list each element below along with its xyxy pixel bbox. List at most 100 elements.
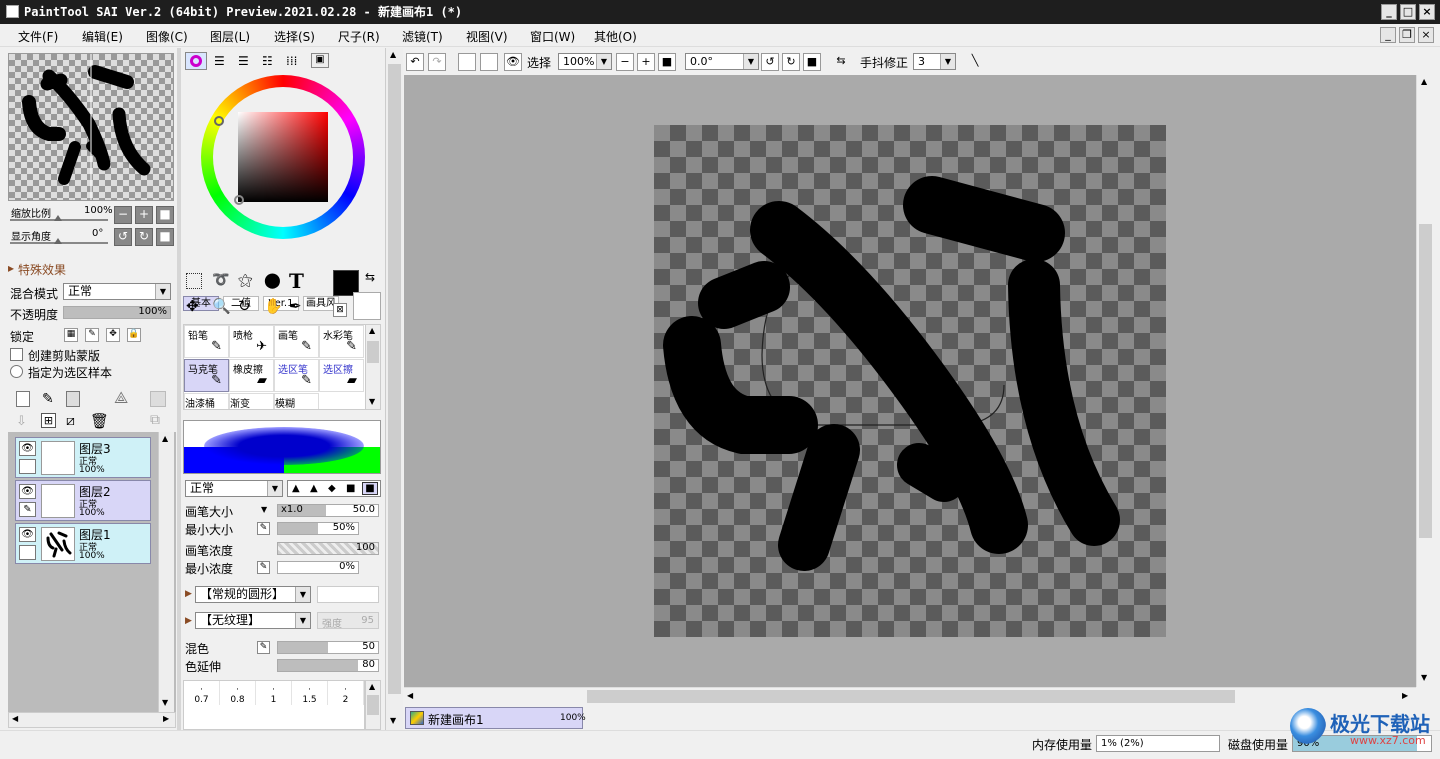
- merge-down-icon[interactable]: ⊞: [41, 413, 56, 428]
- text-tool-icon[interactable]: T: [289, 269, 304, 293]
- select-visibility-eye-icon[interactable]: 👁: [504, 53, 522, 71]
- layer-list-scrollbar[interactable]: ▲ ▼: [158, 432, 174, 712]
- new-layer-icon[interactable]: [16, 391, 30, 407]
- delete-layer-icon[interactable]: 🗑: [90, 412, 109, 430]
- swatch-mode-icon[interactable]: ⁞⁞⁞: [286, 54, 297, 68]
- angle-slider[interactable]: [10, 238, 108, 244]
- close-button[interactable]: ×: [1419, 4, 1435, 20]
- invert-select-button[interactable]: [480, 53, 498, 71]
- zoom-reset-button[interactable]: ■: [156, 206, 174, 224]
- hscroll-thumb[interactable]: [587, 690, 1235, 703]
- doc-restore-button[interactable]: ❐: [1399, 27, 1415, 43]
- pressure-density-icon[interactable]: ✎: [257, 561, 270, 574]
- canvas-zoom-reset-button[interactable]: ■: [658, 53, 676, 71]
- scroll-up-icon[interactable]: ▲: [162, 434, 168, 443]
- visibility-eye-icon[interactable]: 👁: [19, 527, 36, 542]
- hue-marker[interactable]: [214, 116, 224, 126]
- flip-horizontal-button[interactable]: ⇆: [832, 53, 850, 71]
- rotate-tool-icon[interactable]: ↻: [238, 297, 251, 315]
- vscroll-thumb[interactable]: [1419, 224, 1432, 538]
- menu-ruler[interactable]: 尺子(R): [338, 28, 380, 45]
- tool-gradient[interactable]: 渐变: [229, 393, 274, 409]
- menu-image[interactable]: 图像(C): [146, 28, 188, 45]
- transparent-color-icon[interactable]: ⊠: [333, 303, 347, 317]
- menu-view[interactable]: 视图(V): [466, 28, 508, 45]
- canvas-rotate-right-button[interactable]: ↻: [782, 53, 800, 71]
- merge-visible-icon[interactable]: ⧉: [150, 412, 160, 428]
- menu-edit[interactable]: 编辑(E): [82, 28, 123, 45]
- lock-move-icon[interactable]: ✥: [106, 328, 120, 342]
- scratchpad-mode-icon[interactable]: ▣: [311, 53, 329, 68]
- scroll-right-icon[interactable]: ▶: [1402, 691, 1408, 700]
- menu-file[interactable]: 文件(F): [18, 28, 58, 45]
- rect-select-icon[interactable]: [186, 273, 202, 289]
- blend-mode-select[interactable]: 正常 ▼: [63, 283, 171, 300]
- brush-size-bar[interactable]: x1.0 50.0: [277, 504, 379, 517]
- layer-item-2[interactable]: 👁 ✎ 图层2 正常 100%: [15, 480, 151, 521]
- tool-eraser[interactable]: 橡皮擦 ▰: [229, 359, 274, 392]
- straight-line-button[interactable]: ╲: [966, 53, 984, 71]
- effects-expander[interactable]: ▸: [8, 261, 14, 275]
- tool-grid-scrollbar[interactable]: ▲ ▼: [365, 324, 381, 410]
- rotate-left-button[interactable]: ↺: [114, 228, 132, 246]
- tool-select-eraser[interactable]: 选区擦 ▰: [319, 359, 364, 392]
- tool-watercolor[interactable]: 水彩笔 ✎: [319, 325, 364, 358]
- size-preset[interactable]: · 0.8: [220, 681, 256, 705]
- canvas-zoom-out-button[interactable]: −: [616, 53, 634, 71]
- opacity-bar[interactable]: 100%: [63, 306, 171, 319]
- tool-blur[interactable]: 模糊: [274, 393, 319, 409]
- scroll-down-icon[interactable]: ▼: [162, 698, 168, 707]
- rgb-slider-mode-icon[interactable]: ☰: [214, 54, 225, 68]
- brush-mode-select[interactable]: 正常 ▼: [185, 480, 283, 497]
- color-wheel[interactable]: [201, 75, 365, 239]
- shape-icon[interactable]: ⬤: [264, 271, 281, 289]
- texture-strength-field[interactable]: 强度 95: [317, 612, 379, 630]
- menu-select[interactable]: 选择(S): [274, 28, 315, 45]
- layer-item-1[interactable]: 👁 图层1 正常 100%: [15, 523, 151, 564]
- mixer-mode-icon[interactable]: ☷: [262, 54, 273, 68]
- hsv-slider-mode-icon[interactable]: ☰: [238, 54, 249, 68]
- zoom-slider[interactable]: [10, 215, 108, 221]
- transfer-down-icon[interactable]: ⇩: [16, 414, 27, 429]
- tool-airbrush[interactable]: 喷枪 ✈: [229, 325, 274, 358]
- canvas-zoom-select[interactable]: 100% ▼: [558, 53, 612, 70]
- size-preset[interactable]: · 0.7: [184, 681, 220, 705]
- minimize-button[interactable]: _: [1381, 4, 1397, 20]
- sv-square[interactable]: [238, 112, 328, 202]
- redo-button[interactable]: ↷: [428, 53, 446, 71]
- size-preset[interactable]: · 1: [256, 681, 292, 705]
- menu-filter[interactable]: 滤镜(T): [402, 28, 443, 45]
- deselect-button[interactable]: [458, 53, 476, 71]
- menu-layer[interactable]: 图层(L): [210, 28, 250, 45]
- stabilizer-select[interactable]: 3 ▼: [913, 53, 956, 70]
- brush-texture-select[interactable]: 【无纹理】 ▼: [195, 612, 311, 629]
- edge-square-icon[interactable]: ■: [362, 482, 378, 495]
- canvas-zoom-in-button[interactable]: +: [637, 53, 655, 71]
- edge-hard-icon[interactable]: ▲: [292, 483, 300, 494]
- layer-list-hscroll[interactable]: ◀ ▶: [8, 712, 176, 728]
- lasso-icon[interactable]: ➰: [212, 272, 229, 288]
- canvas-angle-select[interactable]: 0.0° ▼: [685, 53, 759, 70]
- undo-button[interactable]: ↶: [406, 53, 424, 71]
- pressure-size-icon[interactable]: ✎: [257, 522, 270, 535]
- pressure-blend-icon[interactable]: ✎: [257, 641, 270, 654]
- lock-paint-icon[interactable]: ✎: [85, 328, 99, 342]
- canvas-vscrollbar[interactable]: ▲ ▼: [1416, 75, 1433, 687]
- edge-medium-icon[interactable]: ▲: [310, 483, 318, 494]
- edge-flat-icon[interactable]: ■: [346, 483, 355, 494]
- tool-marker[interactable]: 马克笔 ✎: [184, 359, 229, 392]
- canvas-tab[interactable]: 新建画布1 100%: [405, 707, 586, 729]
- rotate-reset-button[interactable]: ■: [156, 228, 174, 246]
- brush-shape-strength[interactable]: [317, 586, 379, 603]
- tool-bucket[interactable]: 油漆桶: [184, 393, 229, 409]
- persistence-bar[interactable]: 80: [277, 659, 379, 672]
- tool-pencil[interactable]: 铅笔 ✎: [184, 325, 229, 358]
- min-size-bar[interactable]: 50%: [277, 522, 359, 535]
- clear-layer-icon[interactable]: ⧄: [66, 413, 75, 429]
- zoom-tool-icon[interactable]: 🔍: [212, 297, 231, 315]
- min-density-bar[interactable]: 0%: [277, 561, 359, 574]
- sv-marker[interactable]: [234, 195, 244, 205]
- size-dropdown-icon[interactable]: ▼: [261, 505, 267, 514]
- lock-transparency-icon[interactable]: ▦: [64, 328, 78, 342]
- rotate-right-button[interactable]: ↻: [135, 228, 153, 246]
